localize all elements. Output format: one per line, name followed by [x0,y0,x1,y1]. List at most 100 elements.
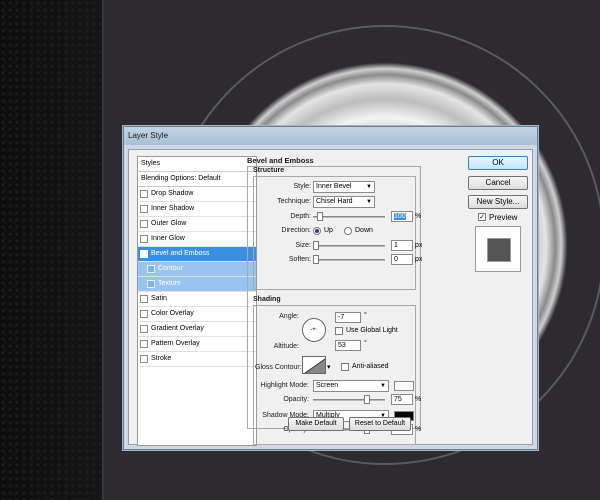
style-item-satin[interactable]: Satin [138,292,256,307]
slider-thumb[interactable] [313,241,319,250]
chevron-down-icon: ▼ [380,383,386,389]
use-global-light-label: Use Global Light [346,327,398,334]
style-item-pattern-overlay[interactable]: Pattern Overlay [138,337,256,352]
slider-thumb[interactable] [364,395,370,404]
shading-group-title: Shading [253,296,281,303]
style-preview-box [475,226,521,272]
soften-label: Soften: [288,256,311,263]
styles-header-label: Styles [141,160,161,167]
style-item-texture[interactable]: Texture [138,277,256,292]
angle-dial[interactable]: -+· [302,318,326,342]
style-item-label: Satin [151,295,167,302]
preview-label: Preview [489,213,518,222]
direction-up-radio[interactable] [313,227,321,235]
style-item-label: Texture [158,280,181,287]
highlight-opacity-slider[interactable] [313,395,385,405]
style-item-checkbox[interactable] [140,220,148,228]
size-input[interactable]: 1 [391,240,413,251]
crosshair-icon: -+· [310,327,318,333]
technique-select[interactable]: Chisel Hard ▼ [313,196,375,208]
size-label: Size: [295,242,311,249]
blending-options-item[interactable]: Blending Options: Default [138,172,256,187]
style-select[interactable]: Inner Bevel ▼ [313,181,375,193]
highlight-opacity-input[interactable]: 75 [391,394,413,405]
style-item-label: Bevel and Emboss [151,250,210,257]
style-item-contour[interactable]: Contour [138,262,256,277]
highlight-mode-select[interactable]: Screen ▼ [313,380,389,392]
chevron-down-icon: ▼ [366,199,372,205]
new-style-button[interactable]: New Style... [468,195,528,209]
styles-list: Styles Blending Options: Default Drop Sh… [137,156,257,446]
style-item-checkbox[interactable] [147,280,155,288]
dialog-titlebar[interactable]: Layer Style [124,127,537,145]
soften-unit: px [415,256,423,263]
size-slider[interactable] [313,241,385,251]
structure-group-title: Structure [253,167,285,174]
anti-aliased-checkbox[interactable] [341,363,349,371]
altitude-input[interactable]: 53 [335,340,361,351]
style-item-stroke[interactable]: Stroke [138,352,256,367]
slider-track [313,259,385,261]
bevel-panel-title: Bevel and Emboss [247,156,314,165]
anti-aliased-label: Anti-aliased [352,363,389,370]
ok-button[interactable]: OK [468,156,528,170]
slider-thumb[interactable] [313,255,319,264]
styles-list-header[interactable]: Styles [138,157,256,172]
reset-to-default-label: Reset to Default [354,420,406,427]
style-item-label: Gradient Overlay [151,325,204,332]
angle-unit: ° [364,312,367,319]
style-item-checkbox[interactable] [140,325,148,333]
direction-up-label: Up [324,227,333,234]
style-item-checkbox[interactable]: ✓ [140,250,148,258]
style-item-outer-glow[interactable]: Outer Glow [138,217,256,232]
make-default-label: Make Default [295,420,337,427]
chevron-down-icon: ▼ [366,184,372,190]
style-item-checkbox[interactable] [140,190,148,198]
direction-down-radio[interactable] [344,227,352,235]
style-item-checkbox[interactable] [140,205,148,213]
slider-track [313,216,385,218]
layer-style-dialog: Layer Style Styles Blending Options: Def… [123,126,538,450]
style-item-label: Color Overlay [151,310,194,317]
highlight-opacity-value: 75 [394,396,402,403]
style-item-checkbox[interactable] [140,235,148,243]
style-item-label: Pattern Overlay [151,340,200,347]
technique-select-value: Chisel Hard [316,198,353,205]
style-item-checkbox[interactable] [140,295,148,303]
gloss-contour-picker[interactable] [302,356,326,374]
depth-value: 100 [394,213,406,220]
style-item-inner-glow[interactable]: Inner Glow [138,232,256,247]
style-item-color-overlay[interactable]: Color Overlay [138,307,256,322]
direction-label: Direction: [281,227,311,234]
reset-to-default-button[interactable]: Reset to Default [349,417,411,431]
highlight-mode-value: Screen [316,382,339,389]
background-divider [102,0,104,500]
highlight-opacity-unit: % [415,396,422,403]
chevron-down-icon[interactable]: ▾ [327,363,331,371]
style-item-gradient-overlay[interactable]: Gradient Overlay [138,322,256,337]
angle-input[interactable]: -7 [335,312,361,323]
preview-checkbox[interactable]: ✓ [478,213,486,221]
make-default-button[interactable]: Make Default [288,417,344,431]
style-item-checkbox[interactable] [140,340,148,348]
style-item-inner-shadow[interactable]: Inner Shadow [138,202,256,217]
highlight-color-swatch[interactable] [394,381,414,391]
depth-slider[interactable] [313,212,385,222]
slider-track [313,399,385,401]
size-value: 1 [394,242,398,249]
style-item-checkbox[interactable] [140,355,148,363]
style-item-bevel-and-emboss[interactable]: ✓ Bevel and Emboss [138,247,256,262]
style-item-checkbox[interactable] [147,265,155,273]
slider-thumb[interactable] [317,212,323,221]
use-global-light-checkbox[interactable] [335,327,343,335]
style-item-drop-shadow[interactable]: Drop Shadow [138,187,256,202]
depth-input[interactable]: 100 [391,211,413,222]
cancel-button[interactable]: Cancel [468,176,528,190]
soften-slider[interactable] [313,255,385,265]
highlight-opacity-label: Opacity: [283,396,309,403]
style-item-label: Inner Glow [151,235,185,242]
blending-options-label: Blending Options: Default [141,175,221,182]
style-item-checkbox[interactable] [140,310,148,318]
soften-input[interactable]: 0 [391,254,413,265]
angle-label: Angle: [279,313,299,320]
